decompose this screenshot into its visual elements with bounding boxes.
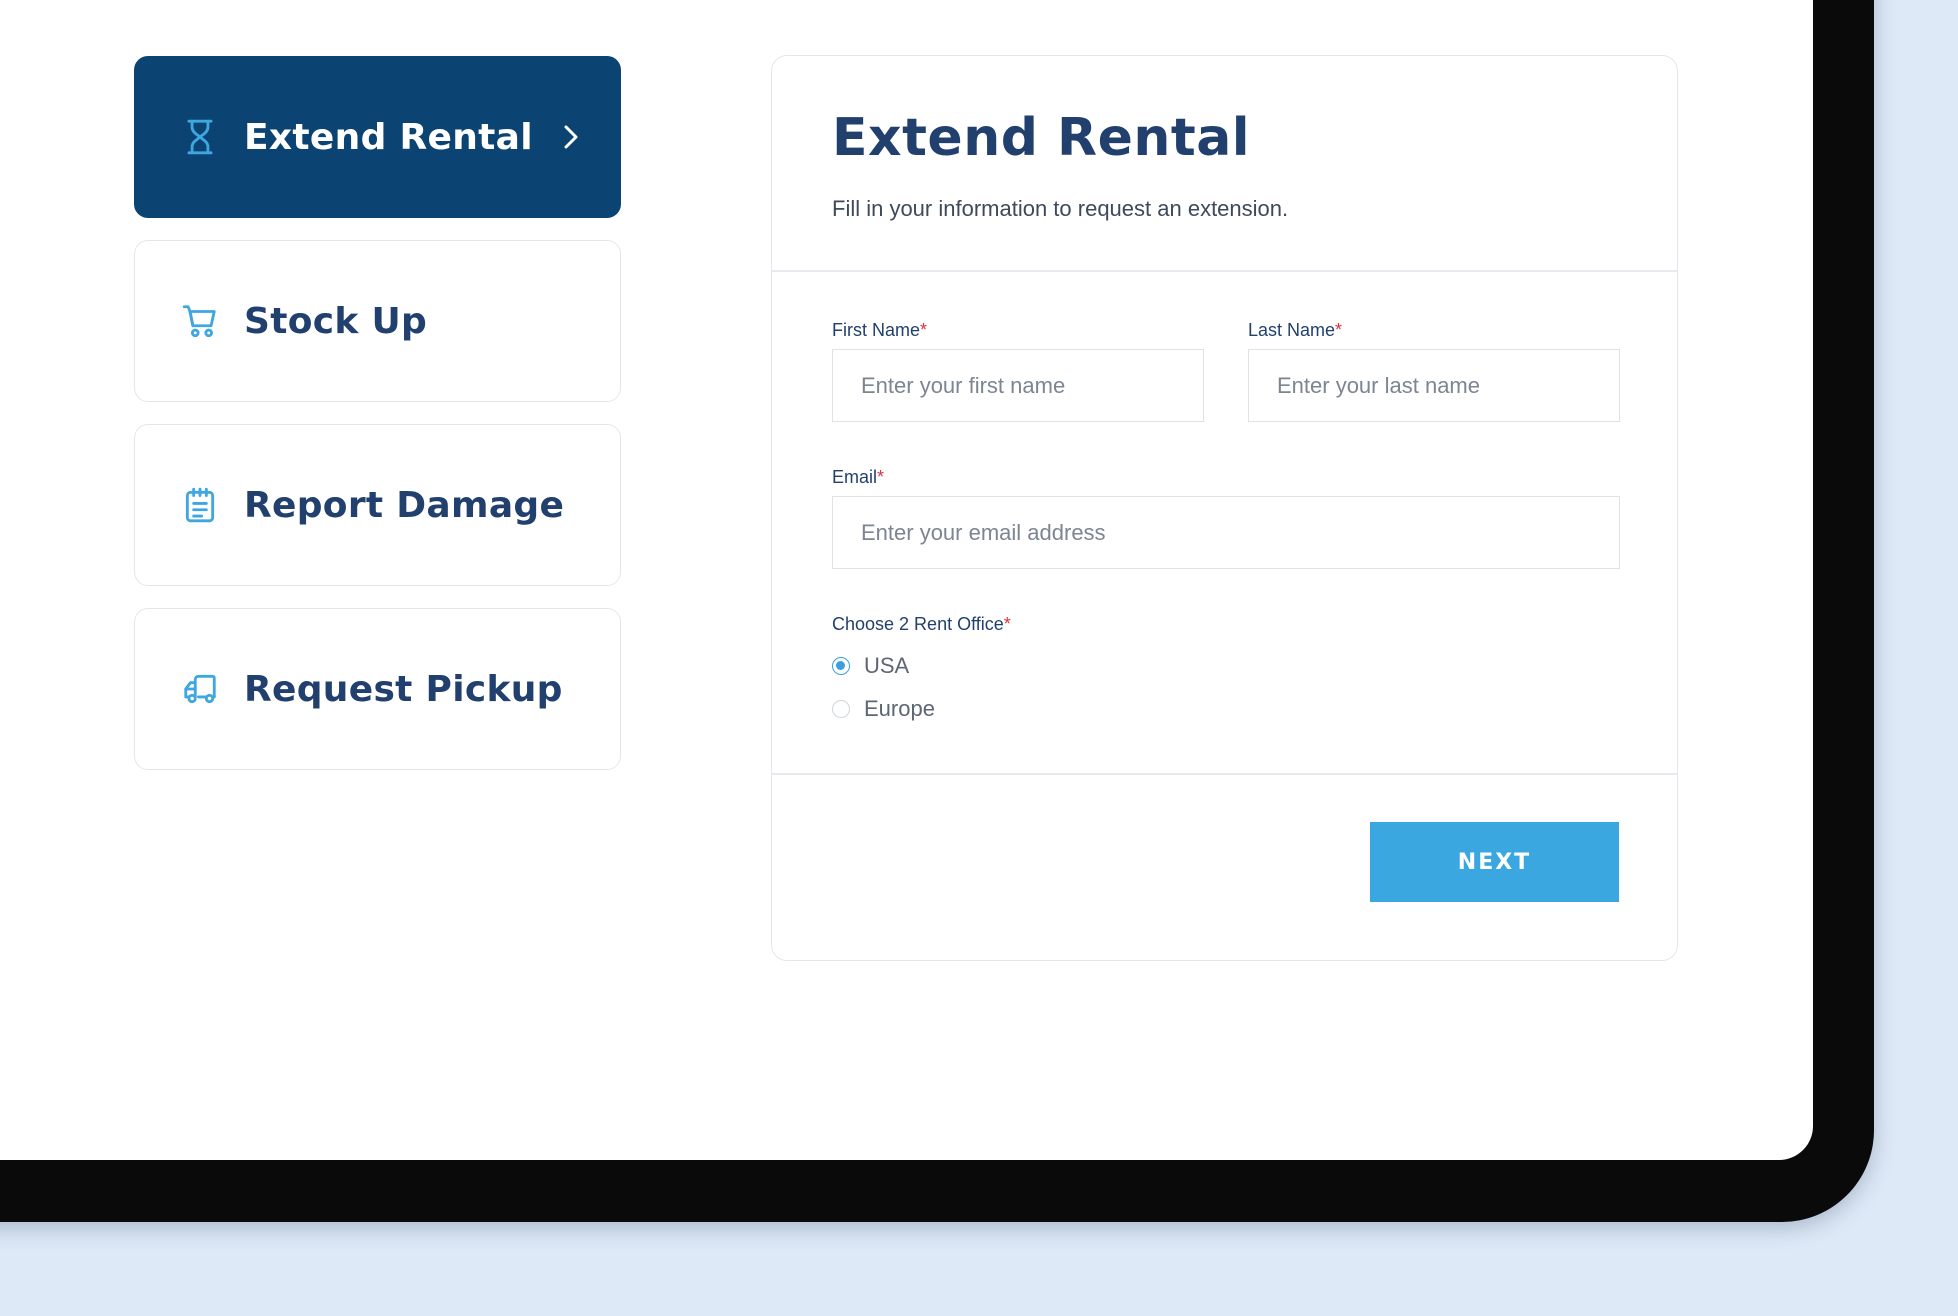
app-screen: Extend Rental Stock Up Report Damage Req… <box>0 0 1813 1160</box>
required-mark: * <box>877 467 885 487</box>
rent-office-label: Choose 2 Rent Office* <box>832 614 1011 634</box>
menu-item-extend-rental[interactable]: Extend Rental <box>134 56 621 218</box>
form-title: Extend Rental <box>832 108 1251 168</box>
extend-rental-form: Extend Rental Fill in your information t… <box>771 55 1678 961</box>
radio-option-usa[interactable]: USA <box>832 653 909 679</box>
chevron-right-icon <box>560 122 582 152</box>
radio-label-usa: USA <box>864 653 910 678</box>
last-name-label: Last Name* <box>1248 320 1343 340</box>
menu-item-report-damage[interactable]: Report Damage <box>134 424 621 586</box>
required-mark: * <box>920 320 928 340</box>
cart-icon <box>181 299 219 343</box>
last-name-input[interactable] <box>1248 349 1620 422</box>
next-button[interactable]: NEXT <box>1370 822 1619 902</box>
menu-item-label: Request Pickup <box>244 668 563 710</box>
header-divider <box>772 270 1677 272</box>
required-mark: * <box>1003 614 1011 634</box>
clipboard-icon <box>181 483 219 527</box>
radio-button-europe[interactable] <box>832 700 850 718</box>
radio-label-europe: Europe <box>864 696 935 721</box>
form-subtitle: Fill in your information to request an e… <box>832 196 1289 221</box>
menu-item-label: Report Damage <box>244 484 565 526</box>
radio-option-europe[interactable]: Europe <box>832 696 935 722</box>
email-input[interactable] <box>832 496 1620 569</box>
radio-button-usa[interactable] <box>832 657 850 675</box>
first-name-input[interactable] <box>832 349 1204 422</box>
footer-divider <box>772 773 1677 775</box>
hourglass-icon <box>181 115 219 159</box>
menu-item-request-pickup[interactable]: Request Pickup <box>134 608 621 770</box>
required-mark: * <box>1335 320 1343 340</box>
menu-item-label: Extend Rental <box>244 116 533 158</box>
email-label: Email* <box>832 467 885 487</box>
truck-icon <box>181 667 219 711</box>
menu-item-label: Stock Up <box>244 300 428 342</box>
menu-item-stock-up[interactable]: Stock Up <box>134 240 621 402</box>
first-name-label: First Name* <box>832 320 928 340</box>
